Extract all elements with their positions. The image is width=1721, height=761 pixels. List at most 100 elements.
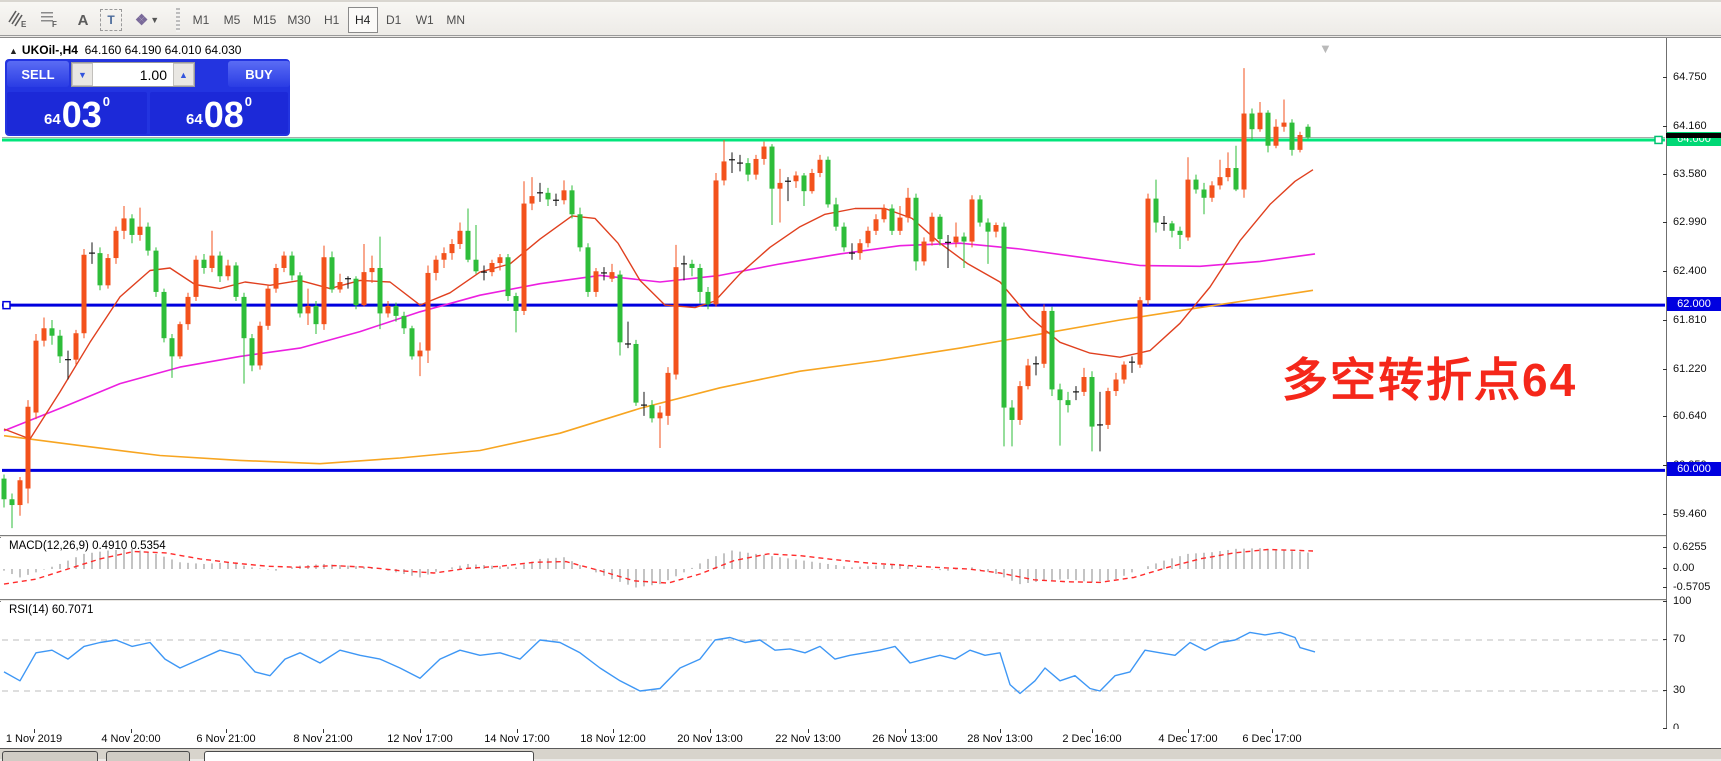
sell-price-display[interactable]: 64 03 0 — [7, 92, 147, 134]
candle-body — [369, 267, 375, 273]
axis-tick — [1663, 173, 1667, 175]
timeframe-button-m30[interactable]: M30 — [282, 7, 315, 33]
candle-body — [937, 216, 943, 240]
candle-body — [137, 226, 143, 235]
price-tick-62.400: 62.400 — [1673, 265, 1707, 278]
macd-tick--0.5705: -0.5705 — [1673, 581, 1711, 594]
timeframe-button-m1[interactable]: M1 — [186, 7, 216, 33]
candle-body — [97, 253, 103, 286]
candle-body — [321, 257, 327, 325]
grid-f-icon[interactable]: F — [38, 7, 64, 33]
axis-tick — [1663, 639, 1667, 640]
time-label: 28 Nov 13:00 — [967, 733, 1033, 745]
price-tick-61.220: 61.220 — [1673, 362, 1707, 375]
toolbar: E F A T ❖ ▼ M1 M5 M15 M30 H1 H4 D1 W1 MN — [0, 0, 1721, 36]
candle-body — [633, 343, 639, 403]
candle-body — [761, 146, 767, 159]
candle-body — [1305, 126, 1311, 138]
candle-body — [185, 296, 191, 325]
timeframe-button-mn[interactable]: MN — [441, 7, 471, 33]
candle-body — [1241, 113, 1247, 190]
candle-body — [457, 230, 463, 245]
sell-button[interactable]: SELL — [7, 61, 69, 87]
rsi-pane[interactable]: RSI(14) 60.7071 — [1, 601, 1666, 729]
volume-decrement-button[interactable]: ▼ — [72, 63, 93, 86]
volume-spinner: ▼ 1.00 ▲ — [71, 62, 195, 87]
candle-body — [745, 163, 751, 175]
candle-body — [153, 250, 159, 292]
candle-body — [969, 199, 975, 242]
candle-body — [281, 255, 287, 268]
candle-body — [337, 282, 343, 290]
time-tick — [905, 729, 906, 733]
price-chart-pane[interactable]: ▲ UKOil-,H4 64.160 64.190 64.010 64.030 S… — [1, 39, 1666, 535]
candle-body — [1209, 185, 1215, 198]
chart-tab-0[interactable] — [2, 751, 98, 761]
buy-price-pip: 0 — [244, 94, 252, 109]
candle-body — [121, 218, 127, 231]
toolbar-drag-handle[interactable] — [176, 8, 180, 32]
chart-tab-2[interactable] — [204, 751, 534, 761]
buy-button[interactable]: BUY — [228, 61, 290, 87]
text-a-icon[interactable]: A — [70, 7, 96, 33]
candle-body — [169, 338, 175, 357]
candle-body — [569, 190, 575, 215]
candle-body — [193, 259, 199, 297]
one-click-trade-panel: SELL ▼ 1.00 ▲ BUY 64 03 0 64 08 0 — [5, 59, 290, 136]
objects-arrange-icon[interactable]: ❖ ▼ — [134, 7, 160, 33]
time-label: 8 Nov 21:00 — [293, 733, 353, 745]
axis-tick — [1663, 690, 1667, 691]
candle-body — [657, 412, 663, 419]
time-tick — [131, 729, 132, 733]
axis-tick — [1663, 600, 1667, 602]
candle-body — [801, 175, 807, 192]
candle-body — [769, 146, 775, 189]
timeframe-button-d1[interactable]: D1 — [379, 7, 409, 33]
chart-tab-1[interactable] — [106, 751, 190, 761]
time-label: 1 Nov 2019 — [5, 733, 63, 745]
macd-pane[interactable]: MACD(12,26,9) 0.4910 0.5354 — [1, 537, 1666, 598]
timeframe-button-h4[interactable]: H4 — [347, 7, 378, 33]
candle-body — [777, 182, 783, 189]
candle-body — [233, 265, 239, 297]
candle-body — [257, 325, 263, 366]
price-axis[interactable]: 64.750 64.160 63.580 62.990 62.400 61.810 61.2… — [1663, 38, 1721, 734]
buy-price-display[interactable]: 64 08 0 — [150, 92, 288, 134]
time-label: 6 Dec 17:00 — [1242, 733, 1302, 745]
candle-body — [561, 190, 567, 201]
timeframe-button-m15[interactable]: M15 — [248, 7, 281, 33]
candle-body — [265, 288, 271, 326]
candle-body — [841, 226, 847, 248]
candle-body — [865, 230, 871, 244]
timeframe-button-w1[interactable]: W1 — [410, 7, 440, 33]
candle-body — [1041, 310, 1047, 364]
volume-increment-button[interactable]: ▲ — [173, 63, 194, 86]
price-tick-64.750: 64.750 — [1673, 71, 1707, 83]
candle-body — [1201, 189, 1207, 198]
timeframe-button-m5[interactable]: M5 — [217, 7, 247, 33]
collapse-arrow-icon[interactable]: ▲ — [9, 46, 18, 56]
timeframe-button-h1[interactable]: H1 — [317, 7, 347, 33]
candle-body — [1025, 365, 1031, 387]
candle-body — [41, 328, 47, 341]
text-box-icon[interactable]: T — [100, 9, 122, 31]
volume-input[interactable]: 1.00 — [93, 63, 173, 86]
time-axis[interactable]: 1 Nov 2019 4 Nov 20:00 6 Nov 21:00 8 Nov 21… — [0, 729, 1721, 748]
time-tick — [420, 729, 421, 733]
hatch-e-icon[interactable]: E — [6, 7, 32, 33]
candle-body — [905, 197, 911, 218]
candle-body — [489, 263, 495, 273]
time-tick — [323, 729, 324, 733]
rsi-line — [3, 631, 1316, 695]
candle-body — [545, 192, 551, 200]
candle-body — [993, 225, 999, 232]
candle-body — [49, 328, 55, 336]
candle-body — [25, 406, 31, 489]
price-tick-64.160: 64.160 — [1673, 119, 1707, 132]
candle-body — [33, 340, 39, 413]
svg-text:F: F — [52, 20, 57, 29]
candle-body — [913, 197, 919, 262]
axis-tick — [1663, 271, 1667, 273]
chart-title: ▲ UKOil-,H4 64.160 64.190 64.010 64.030 — [9, 43, 241, 57]
rsi-tick-70: 70 — [1673, 633, 1686, 645]
